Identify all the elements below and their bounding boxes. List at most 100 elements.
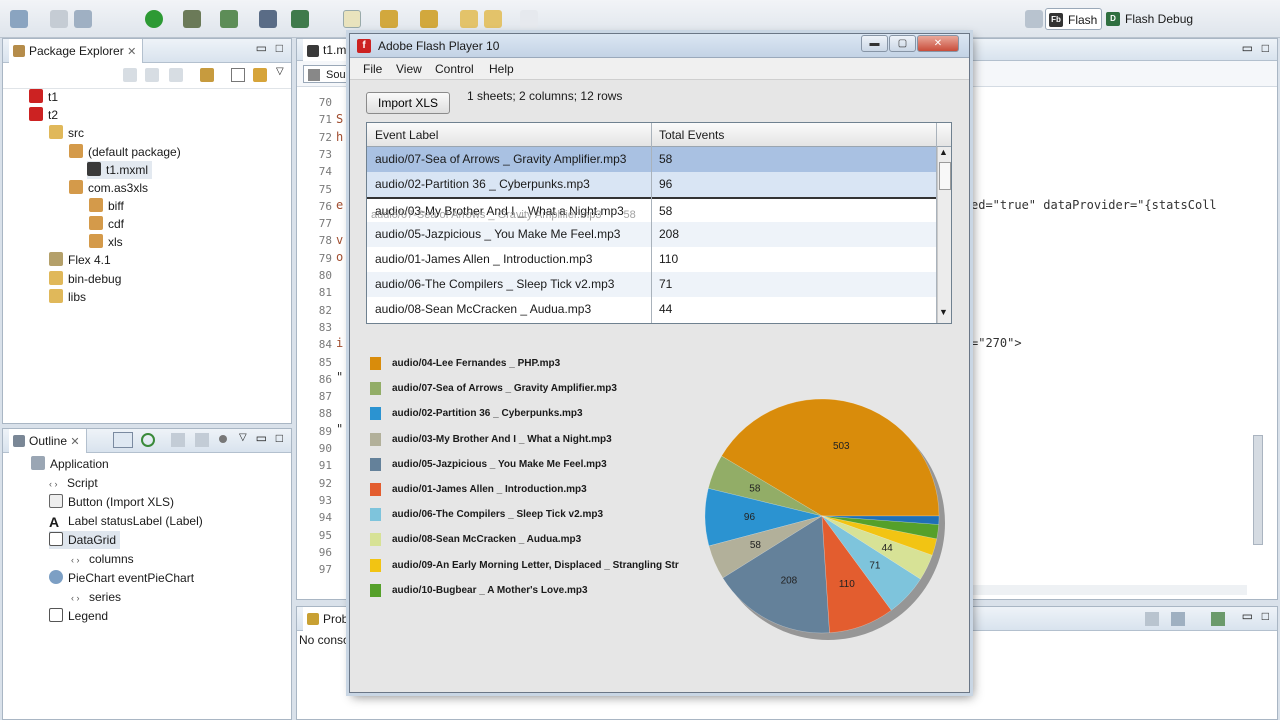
- window-titlebar[interactable]: f Adobe Flash Player 10 ▬ ▢ ✕: [350, 34, 969, 58]
- outline-item-legend[interactable]: Legend: [49, 607, 108, 625]
- back-icon[interactable]: [484, 10, 502, 28]
- scroll-up-icon[interactable]: ▲: [939, 147, 948, 157]
- outline-item-piechart[interactable]: PieChart eventPieChart: [49, 569, 194, 587]
- column-header-event-label[interactable]: Event Label: [375, 123, 438, 147]
- grid-scrollbar[interactable]: ▲ ▼: [937, 147, 951, 323]
- outline-item-label[interactable]: A Label statusLabel (Label): [49, 512, 203, 530]
- table-row[interactable]: audio/08-Sean McCracken _ Audua.mp3 44: [367, 297, 937, 322]
- maximize-icon[interactable]: □: [276, 41, 283, 55]
- editor-tab-t1[interactable]: t1.m: [303, 39, 354, 61]
- tree-item-flex-sdk[interactable]: Flex 4.1: [49, 251, 111, 269]
- maximize-icon[interactable]: □: [1262, 41, 1269, 55]
- line-number: 90: [318, 442, 332, 455]
- open-console-icon[interactable]: [1211, 612, 1225, 626]
- source-mode-button[interactable]: Sou: [303, 65, 353, 83]
- tree-item-cdf[interactable]: cdf: [89, 215, 124, 233]
- mark-occurrences-icon[interactable]: [343, 10, 361, 28]
- column-header-total-events[interactable]: Total Events: [659, 123, 724, 147]
- hide-icon[interactable]: [195, 433, 209, 447]
- editor-scrollbar[interactable]: [1253, 87, 1263, 597]
- prev-annotation-icon[interactable]: [420, 10, 438, 28]
- clear-console-icon[interactable]: [1145, 612, 1159, 626]
- print-icon[interactable]: [74, 10, 92, 28]
- tree-item-t2[interactable]: t2: [29, 106, 58, 124]
- display-console-icon[interactable]: [1171, 612, 1185, 626]
- tree-item-default-package[interactable]: (default package): [69, 143, 181, 161]
- scroll-thumb[interactable]: [1253, 435, 1263, 545]
- menu-control[interactable]: Control: [435, 58, 474, 80]
- outline-item-columns[interactable]: ‹ › columns: [71, 550, 134, 568]
- minimize-icon[interactable]: ▭: [256, 431, 267, 445]
- pie-slice-label: 96: [744, 512, 756, 523]
- up-icon[interactable]: [169, 68, 183, 82]
- run-icon[interactable]: [145, 10, 163, 28]
- maximize-icon[interactable]: □: [276, 431, 283, 445]
- close-icon[interactable]: ✕: [127, 46, 136, 58]
- status-label: 1 sheets; 2 columns; 12 rows: [467, 89, 623, 103]
- folder-icon: [49, 289, 63, 303]
- table-row[interactable]: audio/05-Jazpicious _ You Make Me Feel.m…: [367, 222, 937, 247]
- tree-item-com-as3xls[interactable]: com.as3xls: [69, 179, 148, 197]
- close-window-button[interactable]: ✕: [917, 35, 959, 52]
- profile-icon[interactable]: [220, 10, 238, 28]
- outline-item-script[interactable]: ‹ › Script: [49, 474, 98, 492]
- outline-item-button[interactable]: Button (Import XLS): [49, 493, 174, 511]
- refresh-icon[interactable]: [141, 433, 155, 447]
- filter-icon[interactable]: [219, 435, 227, 443]
- open-type-icon[interactable]: [291, 10, 309, 28]
- table-row[interactable]: audio/07-Sea of Arrows _ Gravity Amplifi…: [367, 147, 937, 172]
- back-icon[interactable]: [123, 68, 137, 82]
- import-xls-button[interactable]: Import XLS: [366, 92, 450, 114]
- table-row[interactable]: audio/02-Partition 36 _ Cyberpunks.mp3 96: [367, 172, 937, 197]
- minimize-icon[interactable]: ▭: [256, 41, 267, 55]
- table-row[interactable]: audio/01-James Allen _ Introduction.mp3 1…: [367, 247, 937, 272]
- pie-slice-label: 44: [882, 543, 894, 554]
- tree-item-src[interactable]: src: [49, 124, 84, 142]
- source-toggle-icon[interactable]: [113, 432, 133, 448]
- data-grid[interactable]: Event Label Total Events audio/07-Sea of…: [366, 122, 952, 324]
- outline-item-application[interactable]: Application: [31, 455, 109, 473]
- minimize-icon[interactable]: ▭: [1242, 609, 1253, 623]
- next-annotation-icon[interactable]: [380, 10, 398, 28]
- sort-icon[interactable]: [171, 433, 185, 447]
- view-menu-icon[interactable]: ▽: [276, 66, 284, 77]
- tree-item-biff[interactable]: biff: [89, 197, 124, 215]
- new-icon[interactable]: [10, 10, 28, 28]
- perspective-flash[interactable]: Fb Flash: [1045, 8, 1103, 30]
- link-editor-icon[interactable]: [253, 68, 267, 82]
- tree-item-t1-mxml[interactable]: t1.mxml: [87, 161, 152, 179]
- forward-icon[interactable]: [145, 68, 159, 82]
- outline-item-series[interactable]: ‹ › series: [71, 588, 121, 606]
- maximize-window-button[interactable]: ▢: [889, 35, 916, 52]
- menu-help[interactable]: Help: [489, 58, 514, 80]
- open-perspective-icon[interactable]: [1025, 10, 1043, 28]
- column-divider[interactable]: [651, 123, 652, 323]
- scroll-thumb[interactable]: [939, 162, 951, 190]
- menu-file[interactable]: File: [363, 58, 382, 80]
- package-explorer-tab[interactable]: Package Explorer ✕: [9, 39, 144, 63]
- view-menu-icon[interactable]: ▽: [239, 432, 247, 443]
- outline-item-datagrid[interactable]: DataGrid: [49, 531, 121, 549]
- tree-item-t1[interactable]: t1: [29, 88, 58, 106]
- export-icon[interactable]: [259, 10, 277, 28]
- menu-view[interactable]: View: [396, 58, 422, 80]
- tree-item-bin-debug[interactable]: bin-debug: [49, 270, 121, 288]
- forward-icon[interactable]: [520, 10, 538, 28]
- close-icon[interactable]: ✕: [70, 436, 79, 448]
- minimize-icon[interactable]: ▭: [1242, 41, 1253, 55]
- tree-item-libs[interactable]: libs: [49, 288, 86, 306]
- minimize-window-button[interactable]: ▬: [861, 35, 888, 52]
- maximize-icon[interactable]: □: [1262, 609, 1269, 623]
- scroll-down-icon[interactable]: ▼: [939, 307, 948, 317]
- tree-item-xls[interactable]: xls: [89, 233, 123, 251]
- save-icon[interactable]: [50, 10, 68, 28]
- outline-tab[interactable]: Outline ✕: [9, 429, 87, 453]
- perspective-flash-debug[interactable]: D Flash Debug: [1103, 8, 1197, 30]
- line-number: 74: [318, 165, 332, 179]
- event-pie-chart[interactable]: 503 58 96 58 208 110 7144: [350, 344, 971, 644]
- debug-icon[interactable]: [183, 10, 201, 28]
- last-edit-icon[interactable]: [460, 10, 478, 28]
- table-row[interactable]: audio/06-The Compilers _ Sleep Tick v2.m…: [367, 272, 937, 297]
- filter-icon[interactable]: [231, 68, 245, 82]
- collapse-all-icon[interactable]: [200, 68, 214, 82]
